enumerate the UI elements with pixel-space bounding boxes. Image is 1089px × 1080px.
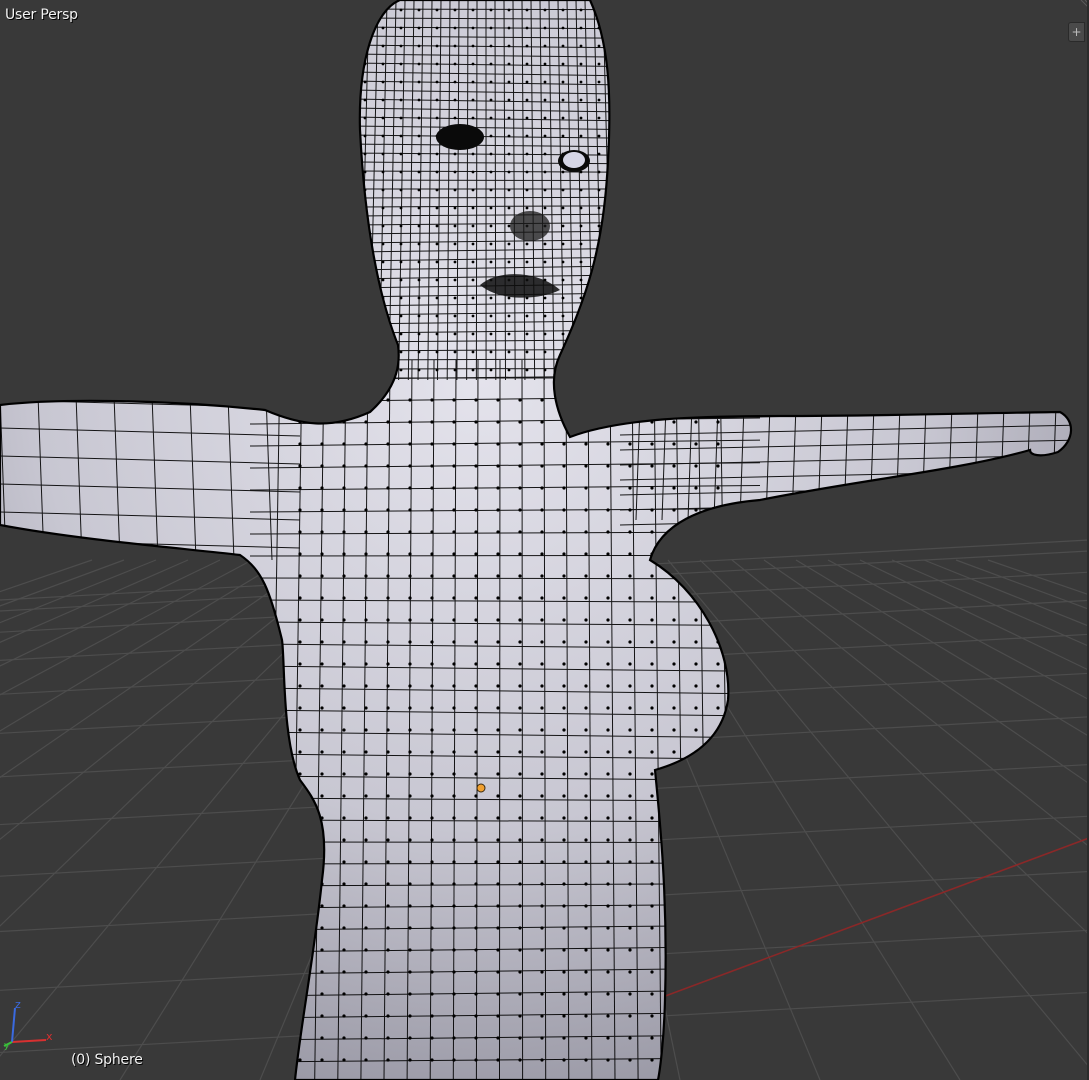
3d-viewport[interactable]: x z y User Persp (0) Sphere + — [0, 0, 1089, 1080]
view-perspective-label: User Persp — [5, 7, 78, 23]
plus-icon[interactable]: + — [1068, 22, 1085, 42]
scene-canvas[interactable] — [0, 0, 1089, 1080]
axis-z-label: z — [15, 998, 21, 1011]
body-mesh[interactable] — [0, 0, 1080, 1080]
object-origin[interactable] — [476, 783, 486, 793]
active-object-label: (0) Sphere — [71, 1052, 143, 1068]
axis-y-label: y — [4, 1041, 10, 1050]
axis-gizmo: x z y — [3, 998, 53, 1050]
x-axis-line — [659, 837, 1089, 999]
axis-x-label: x — [46, 1030, 53, 1043]
